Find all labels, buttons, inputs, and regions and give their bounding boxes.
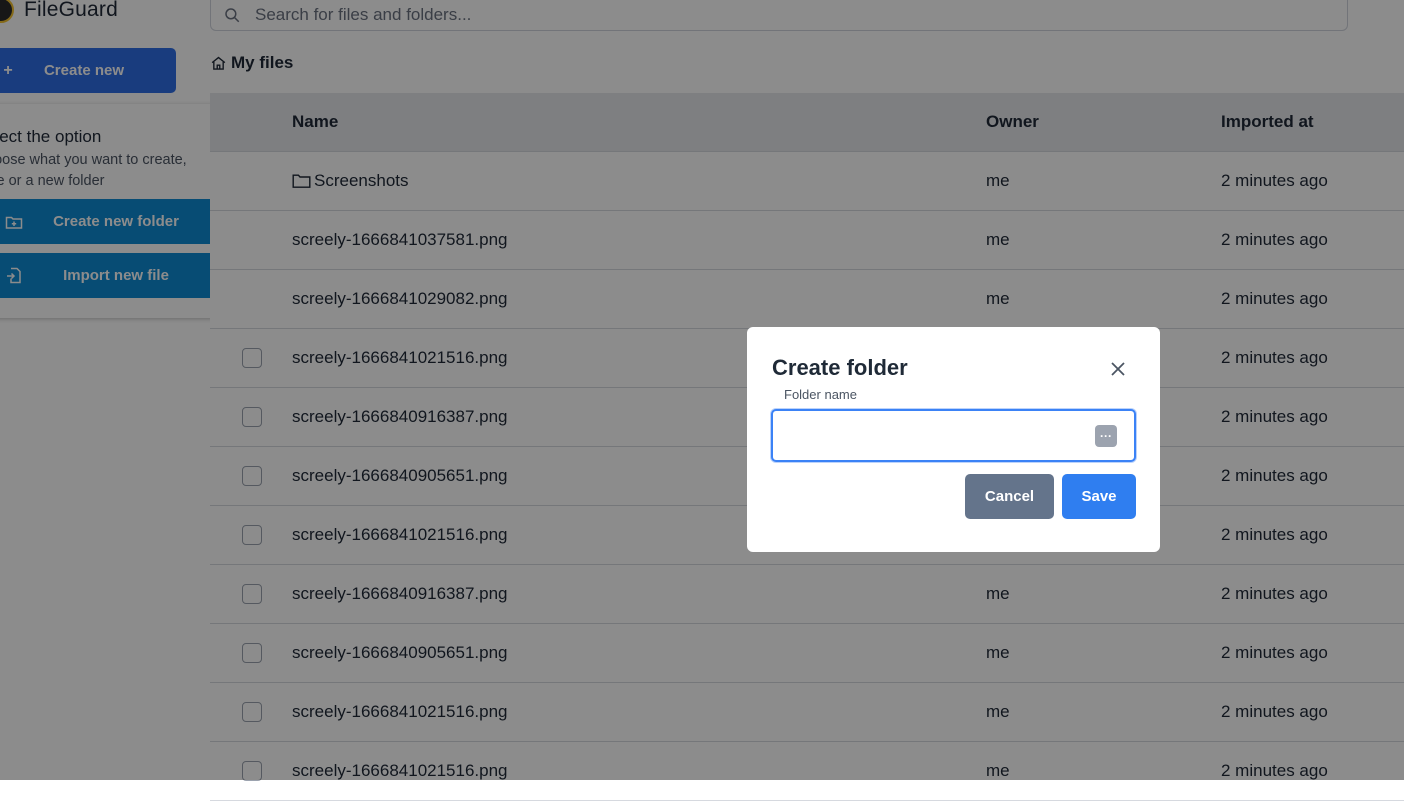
cancel-button[interactable]: Cancel — [965, 474, 1054, 519]
save-button[interactable]: Save — [1062, 474, 1136, 519]
folder-name-label: Folder name — [784, 387, 857, 402]
password-manager-icon[interactable]: ··· — [1095, 425, 1117, 447]
modal-backdrop[interactable] — [0, 0, 1404, 780]
folder-name-field[interactable]: ··· — [771, 409, 1136, 462]
create-folder-dialog: Create folder Folder name ··· Cancel Sav… — [747, 327, 1160, 552]
folder-name-input[interactable] — [783, 423, 1087, 445]
app-root: FileGuard + Create new elect the option … — [0, 0, 1404, 801]
dialog-title: Create folder — [772, 355, 908, 380]
close-icon[interactable] — [1107, 358, 1129, 380]
